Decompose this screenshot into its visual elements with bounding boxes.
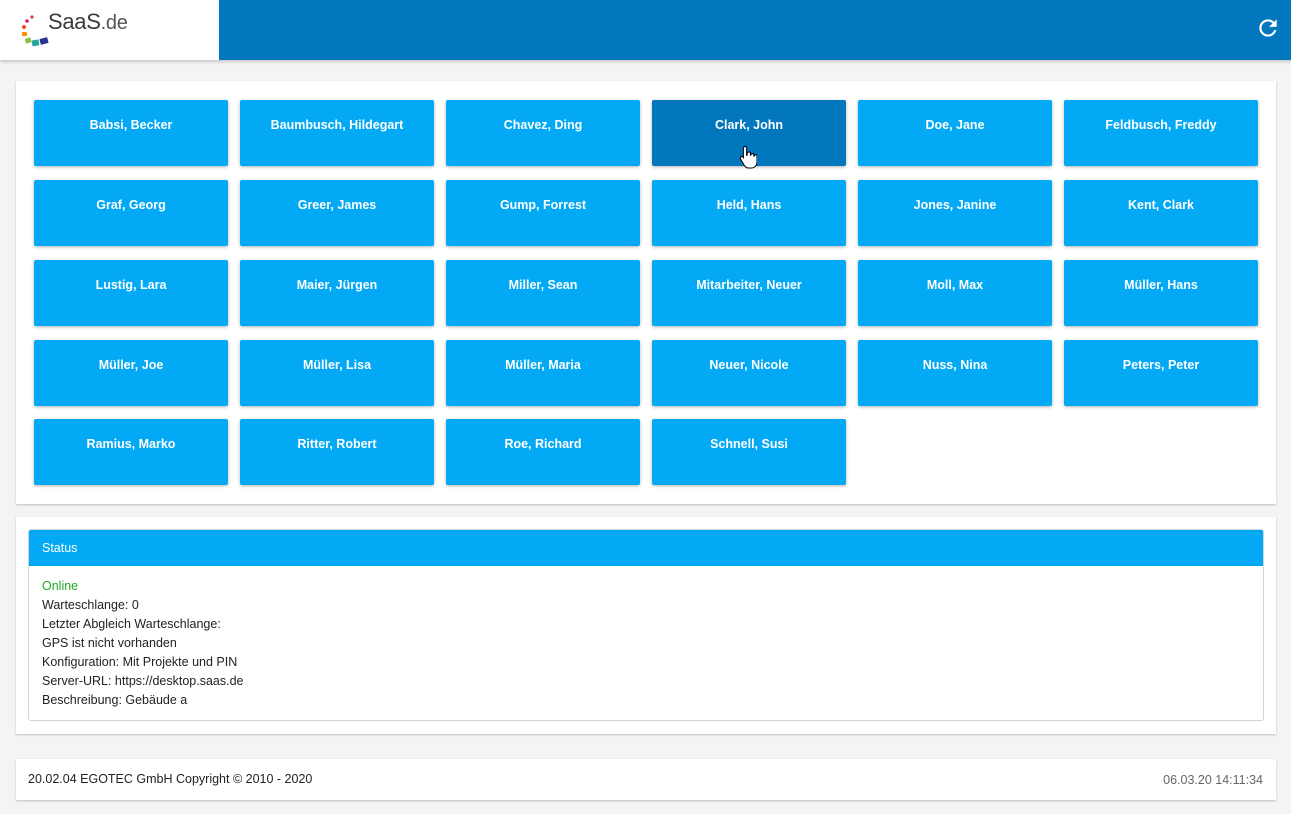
employee-button[interactable]: Nuss, Nina [858, 340, 1052, 406]
hand-cursor-icon [739, 145, 757, 169]
employee-button[interactable]: Lustig, Lara [34, 260, 228, 326]
employee-button[interactable]: Ritter, Robert [240, 419, 434, 485]
brand-name: SaaS.de [48, 9, 128, 34]
online-status: Online [42, 579, 79, 593]
employee-button[interactable]: Müller, Lisa [240, 340, 434, 406]
employee-button[interactable]: Maier, Jürgen [240, 260, 434, 326]
copyright-text: 20.02.04 EGOTEC GmbH Copyright © 2010 - … [28, 772, 313, 786]
status-section: Status Online Warteschlange: 0 Letzter A… [16, 517, 1276, 734]
employee-button[interactable]: Doe, Jane [858, 100, 1052, 166]
queue-count: Warteschlange: 0 [42, 598, 139, 612]
employee-button[interactable]: Schnell, Susi [652, 419, 846, 485]
employee-button[interactable]: Babsi, Becker [34, 100, 228, 166]
server-url: Server-URL: https://desktop.saas.de [42, 674, 244, 688]
employee-button[interactable]: Chavez, Ding [446, 100, 640, 166]
saas-logo-icon [22, 15, 49, 47]
employee-button[interactable]: Ramius, Marko [34, 419, 228, 485]
gps-status: GPS ist nicht vorhanden [42, 636, 177, 650]
last-queue-sync: Letzter Abgleich Warteschlange: [42, 617, 221, 631]
employee-button[interactable]: Jones, Janine [858, 180, 1052, 246]
employee-button[interactable]: Miller, Sean [446, 260, 640, 326]
employee-button[interactable]: Held, Hans [652, 180, 846, 246]
employee-button[interactable]: Peters, Peter [1064, 340, 1258, 406]
status-card: Status Online Warteschlange: 0 Letzter A… [28, 529, 1264, 721]
refresh-icon[interactable] [1255, 15, 1281, 41]
logo[interactable]: SaaS.de [0, 0, 219, 60]
employee-panel: Babsi, Becker Baumbusch, Hildegart Chavez,… [16, 81, 1276, 504]
employee-button[interactable]: Müller, Maria [446, 340, 640, 406]
employee-button[interactable]: Kent, Clark [1064, 180, 1258, 246]
employee-button[interactable]: Feldbusch, Freddy [1064, 100, 1258, 166]
employee-button[interactable]: Mitarbeiter, Neuer [652, 260, 846, 326]
status-title: Status [29, 530, 1263, 566]
employee-button[interactable]: Moll, Max [858, 260, 1052, 326]
top-bar: SaaS.de [0, 0, 1291, 60]
configuration: Konfiguration: Mit Projekte und PIN [42, 655, 238, 669]
employee-button[interactable]: Müller, Joe [34, 340, 228, 406]
employee-button[interactable]: Roe, Richard [446, 419, 640, 485]
employee-button[interactable]: Greer, James [240, 180, 434, 246]
employee-button[interactable]: Neuer, Nicole [652, 340, 846, 406]
employee-button[interactable]: Graf, Georg [34, 180, 228, 246]
description: Beschreibung: Gebäude a [42, 693, 188, 707]
employee-button[interactable]: Baumbusch, Hildegart [240, 100, 434, 166]
footer: 20.02.04 EGOTEC GmbH Copyright © 2010 - … [16, 759, 1276, 800]
status-lines: Online Warteschlange: 0 Letzter Abgleich… [29, 566, 1263, 711]
employee-button[interactable]: Gump, Forrest [446, 180, 640, 246]
employee-button[interactable]: Müller, Hans [1064, 260, 1258, 326]
footer-datetime: 06.03.20 14:11:34 [1163, 773, 1263, 787]
